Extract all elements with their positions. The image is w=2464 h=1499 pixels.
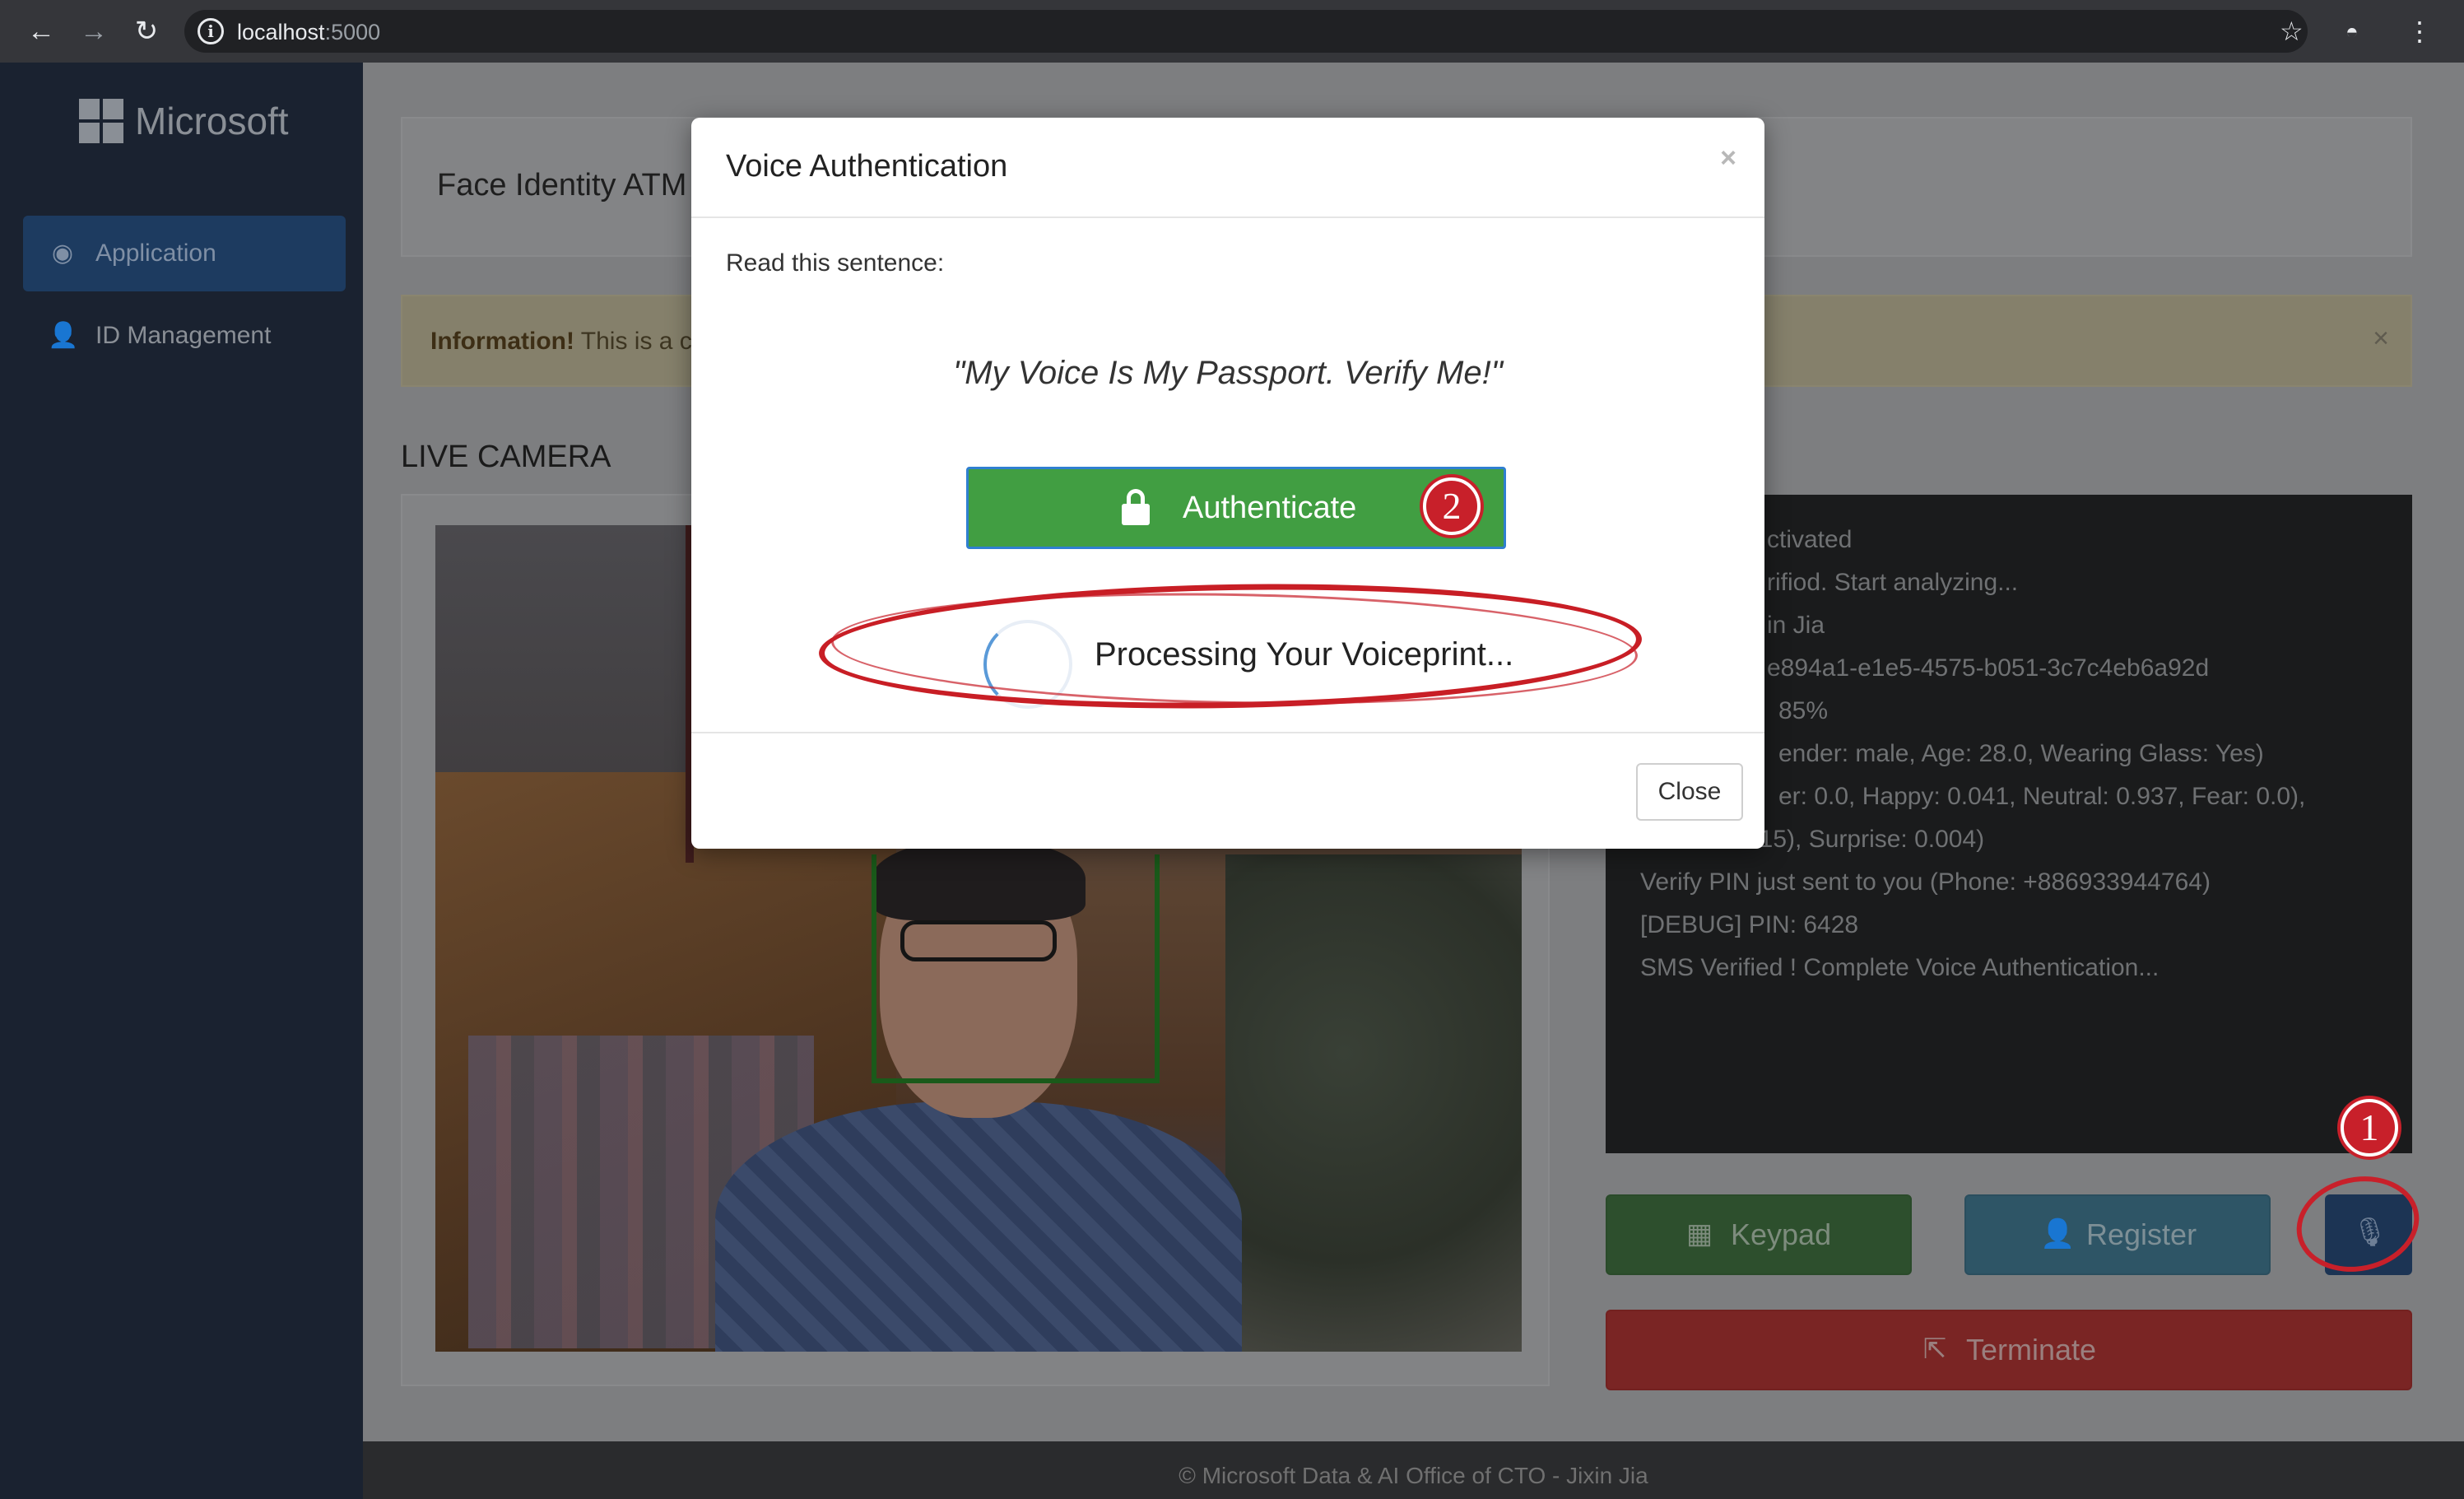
info-icon[interactable]: i xyxy=(198,18,224,44)
lock-icon xyxy=(1120,489,1153,525)
star-icon[interactable]: ☆ xyxy=(2280,15,2304,48)
log-line: rifiod. Start analyzing... xyxy=(1767,569,2019,596)
url-port: :5000 xyxy=(324,20,381,44)
sidebar-item-label: ID Management xyxy=(95,322,272,349)
register-button[interactable]: 👤 Register xyxy=(1964,1194,2271,1275)
log-line: [DEBUG] PIN: 6428 xyxy=(1640,911,1859,938)
user-icon: 👤 xyxy=(2040,1218,2076,1250)
forward-icon[interactable]: → xyxy=(77,15,110,48)
authenticate-button[interactable]: Authenticate 2 xyxy=(966,467,1506,549)
back-icon[interactable]: ← xyxy=(25,15,58,48)
footer-text: © Microsoft Data & AI Office of CTO - Ji… xyxy=(1179,1463,1648,1488)
reload-icon[interactable]: ↻ xyxy=(130,15,163,48)
info-alert-text: This is a c xyxy=(580,328,692,355)
menu-icon[interactable]: ⋮ xyxy=(2406,15,2433,48)
log-line: Verify PIN just sent to you (Phone: +886… xyxy=(1640,868,2211,896)
user-icon: 👤 xyxy=(48,322,79,349)
sidebar: Microsoft ◉ Application 👤 ID Management xyxy=(0,63,363,1499)
url-text: localhost:5000 xyxy=(237,20,380,45)
annotation-marker-1: 1 xyxy=(2341,1099,2398,1157)
brand-name: Microsoft xyxy=(135,100,289,142)
passphrase-sentence: "My Voice Is My Passport. Verify Me!" xyxy=(953,355,1503,391)
log-line: er: 0.0, Happy: 0.041, Neutral: 0.937, F… xyxy=(1778,783,2306,810)
terminate-button[interactable]: ⇱ Terminate xyxy=(1606,1310,2412,1390)
log-line: 015), Surprise: 0.004) xyxy=(1746,826,1985,853)
address-bar[interactable]: i localhost:5000 xyxy=(184,10,2308,53)
sidebar-item-label: Application xyxy=(95,240,216,267)
log-line: ender: male, Age: 28.0, Wearing Glass: Y… xyxy=(1778,740,2264,767)
external-link-icon: ⇱ xyxy=(1922,1334,1947,1365)
live-camera-label: LIVE CAMERA xyxy=(401,440,611,474)
incognito-icon[interactable]: ◓ xyxy=(2345,15,2359,48)
modal-title: Voice Authentication xyxy=(726,149,1008,184)
keypad-button[interactable]: ▦ Keypad xyxy=(1606,1194,1912,1275)
log-line: ctivated xyxy=(1767,526,1853,553)
log-line: SMS Verified ! Complete Voice Authentica… xyxy=(1640,954,2159,981)
close-icon[interactable]: × xyxy=(1720,142,1736,175)
register-label: Register xyxy=(2086,1217,2197,1251)
alert-close-icon[interactable]: × xyxy=(2373,323,2389,355)
log-line: in Jia xyxy=(1767,612,1825,639)
voice-auth-modal: Voice Authentication × Read this sentenc… xyxy=(691,118,1764,849)
browser-toolbar: ← → ↻ i localhost:5000 ☆ ◓ ⋮ xyxy=(0,0,2464,63)
info-alert-bold: Information! xyxy=(430,328,574,355)
modal-divider xyxy=(691,732,1764,733)
page-title: Face Identity ATM xyxy=(437,168,687,203)
sidebar-item-application[interactable]: ◉ Application xyxy=(23,216,346,291)
authenticate-label: Authenticate xyxy=(1183,491,1357,525)
log-line: 85% xyxy=(1778,697,1829,724)
log-line: e894a1-e1e5-4575-b051-3c7c4eb6a92d xyxy=(1767,654,2210,682)
modal-divider xyxy=(691,216,1764,218)
keypad-label: Keypad xyxy=(1731,1217,1832,1251)
read-sentence-label: Read this sentence: xyxy=(726,249,945,277)
footer: © Microsoft Data & AI Office of CTO - Ji… xyxy=(363,1441,2464,1499)
annotation-marker-2: 2 xyxy=(1423,477,1481,535)
sidebar-item-id-management[interactable]: 👤 ID Management xyxy=(23,298,346,374)
terminate-label: Terminate xyxy=(1966,1333,2097,1366)
url-host: localhost xyxy=(237,20,325,44)
eye-icon: ◉ xyxy=(51,240,74,267)
close-button[interactable]: Close xyxy=(1636,763,1743,821)
grid-icon: ▦ xyxy=(1685,1218,1713,1250)
microsoft-grid-icon xyxy=(79,99,123,143)
face-detection-box xyxy=(872,854,1160,1083)
